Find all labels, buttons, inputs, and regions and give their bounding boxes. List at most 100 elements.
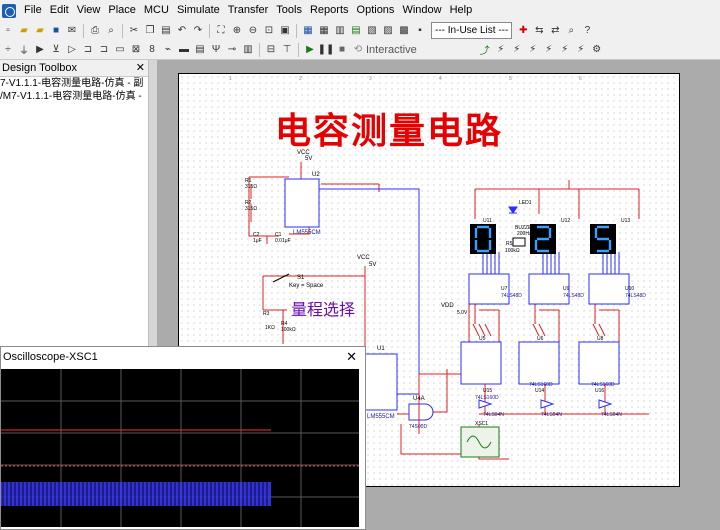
menu-reports[interactable]: Reports bbox=[306, 0, 353, 21]
seven-seg-display-u11[interactable] bbox=[470, 224, 496, 254]
probe-settings-icon[interactable]: ⚙ bbox=[590, 43, 604, 57]
erc-icon[interactable]: ▨ bbox=[381, 24, 395, 38]
forward-annotate-icon[interactable]: ⇄ bbox=[548, 24, 562, 38]
find-examples-icon[interactable]: ⌕ bbox=[564, 24, 578, 38]
open-sample-icon[interactable]: ▰ bbox=[33, 24, 47, 38]
help-icon[interactable]: ? bbox=[580, 24, 594, 38]
interactive-mode-icon[interactable]: ⟲ bbox=[351, 43, 365, 57]
pause-icon[interactable]: ❚❚ bbox=[318, 43, 335, 57]
main-toolbar: ▫ ▰ ▰ ■ ✉ ⎙ ⌕ ✂ ❐ ▤ ↶ ↷ ⛶ ⊕ ⊖ ⊡ ▣ ▦ ▦ ▥ … bbox=[0, 21, 720, 40]
zoom-sheet-icon[interactable]: ▣ bbox=[278, 24, 292, 38]
print-preview-icon[interactable]: ⌕ bbox=[104, 24, 118, 38]
mixed-icon[interactable]: ⊠ bbox=[129, 43, 143, 57]
menu-transfer[interactable]: Transfer bbox=[224, 0, 273, 21]
s1-switch[interactable] bbox=[272, 273, 290, 283]
bus-icon[interactable]: ⊤ bbox=[280, 43, 294, 57]
xsc1-instrument[interactable] bbox=[460, 426, 500, 458]
zoom-in-icon[interactable]: ⊕ bbox=[230, 24, 244, 38]
s1-key: Key = Space bbox=[289, 283, 324, 289]
analog-icon[interactable]: ▷ bbox=[65, 43, 79, 57]
menu-help[interactable]: Help bbox=[446, 0, 477, 21]
oscilloscope-window[interactable]: Oscilloscope-XSC1 ✕ bbox=[0, 346, 366, 530]
u8-counter[interactable] bbox=[578, 341, 620, 385]
postprocessor-icon[interactable]: ▧ bbox=[365, 24, 379, 38]
indicator-icon[interactable]: 8 bbox=[145, 43, 159, 57]
transistor-icon[interactable]: ⊻ bbox=[49, 43, 63, 57]
advanced-peripherals-icon[interactable]: ▤ bbox=[193, 43, 207, 57]
probe-diff-icon[interactable]: ⚡ bbox=[542, 43, 556, 57]
save-icon[interactable]: ■ bbox=[49, 24, 63, 38]
u1-chip[interactable] bbox=[364, 353, 398, 411]
probe-icon[interactable]: ⤴ bbox=[478, 43, 492, 57]
probe-digital-icon[interactable]: ⚡ bbox=[574, 43, 588, 57]
inverter-2[interactable] bbox=[540, 399, 555, 409]
oscilloscope-titlebar[interactable]: Oscilloscope-XSC1 ✕ bbox=[1, 347, 365, 367]
source-icon[interactable]: ÷ bbox=[1, 43, 15, 57]
diode-icon[interactable]: ▶ bbox=[33, 43, 47, 57]
menu-view[interactable]: View bbox=[73, 0, 105, 21]
cmos-icon[interactable]: ⊐ bbox=[97, 43, 111, 57]
close-icon[interactable]: ✕ bbox=[346, 347, 357, 367]
zoom-out-icon[interactable]: ⊖ bbox=[246, 24, 260, 38]
zoom-area-icon[interactable]: ⊡ bbox=[262, 24, 276, 38]
electrical-rules-icon[interactable]: ✚ bbox=[516, 24, 530, 38]
database-manager-icon[interactable]: ▥ bbox=[333, 24, 347, 38]
design-toolbox-item[interactable]: /M7-V1.1.1-电容测量电路-仿真 - bbox=[0, 90, 148, 103]
seven-seg-display-u13[interactable] bbox=[590, 224, 616, 254]
probe-ref-icon[interactable]: ⚡ bbox=[558, 43, 572, 57]
run-icon[interactable]: ▶ bbox=[303, 43, 317, 57]
menu-window[interactable]: Window bbox=[398, 0, 445, 21]
u5-counter[interactable] bbox=[460, 341, 502, 385]
ttl-icon[interactable]: ⊐ bbox=[81, 43, 95, 57]
app-icon[interactable] bbox=[2, 3, 16, 18]
u10-decoder[interactable] bbox=[588, 273, 630, 305]
oscilloscope-screen[interactable] bbox=[1, 369, 359, 527]
toggle-spreadsheet-icon[interactable]: ▦ bbox=[317, 24, 331, 38]
mcu-icon[interactable]: ▥ bbox=[241, 43, 255, 57]
in-use-list[interactable]: --- In-Use List --- bbox=[431, 22, 513, 39]
menu-tools[interactable]: Tools bbox=[272, 0, 306, 21]
close-icon[interactable]: ✕ bbox=[136, 60, 145, 76]
menu-mcu[interactable]: MCU bbox=[140, 0, 173, 21]
probe-voltage-icon[interactable]: ⚡ bbox=[494, 43, 508, 57]
rf-icon[interactable]: Ψ bbox=[209, 43, 223, 57]
open-folder-icon[interactable]: ▰ bbox=[17, 24, 31, 38]
basic-component-icon[interactable]: ⏚ bbox=[17, 43, 31, 57]
email-icon[interactable]: ✉ bbox=[65, 24, 79, 38]
buzzer[interactable] bbox=[512, 237, 526, 247]
probe-power-icon[interactable]: ⚡ bbox=[526, 43, 540, 57]
grapher-icon[interactable]: ▤ bbox=[349, 24, 363, 38]
probe-current-icon[interactable]: ⚡ bbox=[510, 43, 524, 57]
misc-icon[interactable]: ▬ bbox=[177, 43, 191, 57]
fullscreen-icon[interactable]: ⛶ bbox=[214, 24, 228, 38]
menu-simulate[interactable]: Simulate bbox=[173, 0, 224, 21]
menu-place[interactable]: Place bbox=[104, 0, 140, 21]
u4a-gate[interactable] bbox=[408, 403, 434, 421]
misc-digital-icon[interactable]: ▭ bbox=[113, 43, 127, 57]
led1-diode[interactable] bbox=[508, 206, 518, 214]
stop-icon[interactable]: ■ bbox=[335, 43, 349, 57]
toggle-design-toolbox-icon[interactable]: ▦ bbox=[301, 24, 315, 38]
menu-edit[interactable]: Edit bbox=[46, 0, 73, 21]
menu-file[interactable]: File bbox=[20, 0, 46, 21]
hierarchical-block-icon[interactable]: ⊟ bbox=[264, 43, 278, 57]
u2-chip[interactable] bbox=[284, 178, 320, 228]
power-icon[interactable]: ⌁ bbox=[161, 43, 175, 57]
breadboard-icon[interactable]: ▩ bbox=[397, 24, 411, 38]
design-toolbox-item[interactable]: 7-V1.1.1-电容测量电路-仿真 - 副 bbox=[0, 77, 148, 90]
cut-icon[interactable]: ✂ bbox=[127, 24, 141, 38]
seven-seg-display-u12[interactable] bbox=[530, 224, 556, 254]
interactive-label[interactable]: Interactive bbox=[366, 44, 417, 56]
menu-options[interactable]: Options bbox=[353, 0, 399, 21]
copy-icon[interactable]: ❐ bbox=[143, 24, 157, 38]
back-annotate-icon[interactable]: ⇆ bbox=[532, 24, 546, 38]
new-file-icon[interactable]: ▫ bbox=[1, 24, 15, 38]
component-wizard-icon[interactable]: ▪ bbox=[413, 24, 427, 38]
u6-counter[interactable] bbox=[518, 341, 560, 385]
electromechanical-icon[interactable]: ⊸ bbox=[225, 43, 239, 57]
undo-icon[interactable]: ↶ bbox=[175, 24, 189, 38]
paste-icon[interactable]: ▤ bbox=[159, 24, 173, 38]
u9-label: U9 bbox=[563, 286, 570, 292]
redo-icon[interactable]: ↷ bbox=[191, 24, 205, 38]
print-icon[interactable]: ⎙ bbox=[88, 24, 102, 38]
